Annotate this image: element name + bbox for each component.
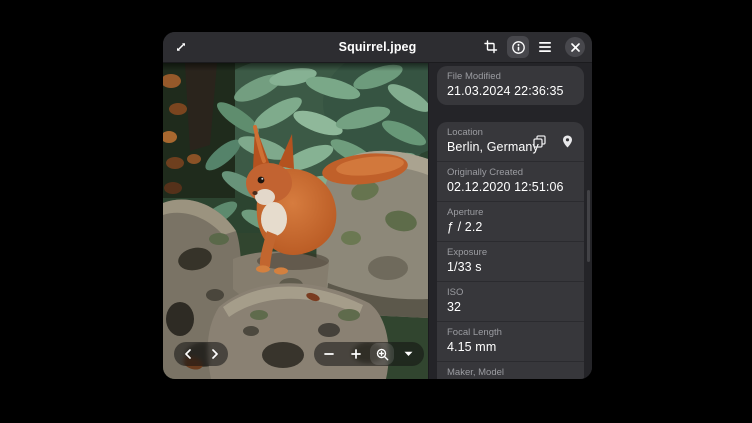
chevron-left-icon	[184, 349, 192, 359]
properties-group-file: File Modified 21.03.2024 22:36:35	[437, 66, 584, 105]
photo-squirrel	[163, 63, 428, 379]
map-pin-icon	[562, 135, 573, 148]
property-value: 4.15 mm	[447, 339, 574, 355]
property-value: ƒ / 2.2	[447, 219, 574, 235]
property-value: 21.03.2024 22:36:35	[447, 83, 574, 99]
property-label: Originally Created	[447, 167, 574, 179]
chevron-right-icon	[211, 349, 219, 359]
header-bar: Squirrel.jpeg	[163, 32, 592, 63]
open-map-button[interactable]	[556, 131, 578, 153]
property-label: Focal Length	[447, 327, 574, 339]
property-label: File Modified	[447, 71, 574, 83]
property-label: Maker, Model	[447, 367, 574, 379]
header-actions	[480, 36, 585, 58]
image-viewer-window: Squirrel.jpeg	[163, 32, 592, 379]
fullscreen-expand-icon	[174, 40, 188, 54]
properties-group-exif: Location Berlin, Germany	[437, 122, 584, 379]
panel-scrollbar[interactable]	[587, 190, 590, 262]
close-icon	[571, 43, 580, 52]
hamburger-menu-icon	[538, 41, 552, 53]
zoom-controls-pill	[314, 342, 424, 366]
next-image-button[interactable]	[203, 343, 227, 365]
property-row-location: Location Berlin, Germany	[437, 122, 584, 161]
zoom-toggle-button[interactable]	[370, 343, 394, 365]
property-row-originally-created: Originally Created 02.12.2020 12:51:06	[437, 161, 584, 201]
close-button[interactable]	[565, 37, 585, 57]
property-value: 02.12.2020 12:51:06	[447, 179, 574, 195]
property-value: 1/33 s	[447, 259, 574, 275]
desktop: { "window": { "title": "Squirrel.jpeg", …	[0, 0, 752, 423]
property-value: 32	[447, 299, 574, 315]
navigation-pill	[174, 342, 228, 366]
property-row-file-modified: File Modified 21.03.2024 22:36:35	[437, 66, 584, 105]
copy-icon	[533, 135, 546, 148]
minus-icon	[324, 349, 334, 359]
zoom-menu-button[interactable]	[397, 343, 421, 365]
plus-icon	[351, 349, 361, 359]
properties-panel[interactable]: File Modified 21.03.2024 22:36:35 Locati…	[428, 63, 592, 379]
window-title: Squirrel.jpeg	[339, 40, 417, 54]
crop-button[interactable]	[480, 36, 502, 58]
fullscreen-button[interactable]	[170, 36, 192, 58]
copy-location-button[interactable]	[528, 131, 550, 153]
property-row-aperture: Aperture ƒ / 2.2	[437, 201, 584, 241]
previous-image-button[interactable]	[176, 343, 200, 365]
zoom-in-button[interactable]	[344, 343, 368, 365]
info-icon	[511, 40, 526, 55]
property-label: Exposure	[447, 247, 574, 259]
photo-canvas[interactable]	[163, 63, 428, 379]
magnifier-plus-icon	[376, 348, 389, 361]
location-actions	[528, 131, 578, 153]
main-menu-button[interactable]	[534, 36, 556, 58]
property-label: Aperture	[447, 207, 574, 219]
property-row-iso: ISO 32	[437, 281, 584, 321]
chevron-down-icon	[404, 351, 413, 357]
zoom-out-button[interactable]	[317, 343, 341, 365]
window-content: File Modified 21.03.2024 22:36:35 Locati…	[163, 63, 592, 379]
property-label: ISO	[447, 287, 574, 299]
info-button[interactable]	[507, 36, 529, 58]
crop-icon	[484, 40, 498, 54]
property-row-exposure: Exposure 1/33 s	[437, 241, 584, 281]
property-row-focal-length: Focal Length 4.15 mm	[437, 321, 584, 361]
property-row-maker-model: Maker, Model Apple iPhone 6	[437, 361, 584, 379]
